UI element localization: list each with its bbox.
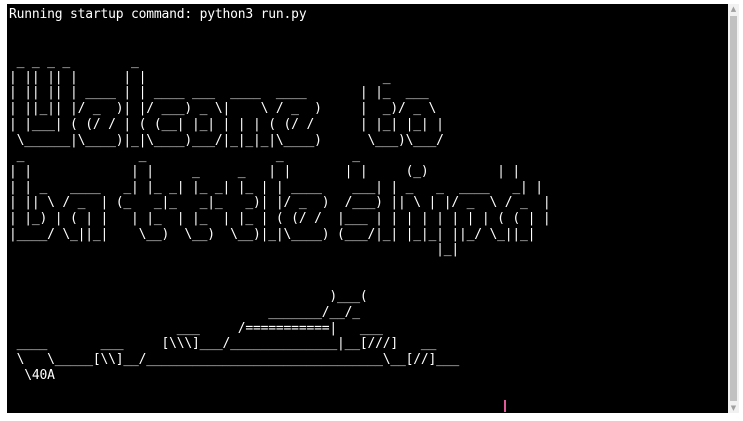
scrollbar-track[interactable] (730, 16, 737, 401)
terminal-line: Running startup command: python3 run.py (9, 7, 307, 22)
terminal-line: )___( (9, 289, 368, 305)
terminal-line: ____ ___ [\\\]___/______________|__[///]… (9, 336, 437, 352)
terminal-line: |_| (9, 242, 459, 258)
terminal-line: | |___| ( (/ / | ( (__| |_| | | | ( (/ /… (9, 116, 444, 132)
terminal-line: | || || | ____ | | ____ ___ ____ ____ | … (9, 85, 429, 101)
scroll-down-arrow-icon[interactable]: ▼ (728, 403, 739, 413)
terminal-output[interactable]: Running startup command: python3 run.py … (9, 7, 728, 413)
terminal-window[interactable]: Running startup command: python3 run.py … (7, 4, 728, 413)
terminal-line: | | | | _ _ | | | | (_) | | (9, 163, 520, 179)
terminal-line: | || || | | | _ (9, 69, 391, 85)
scroll-up-arrow-icon[interactable]: ▲ (728, 4, 739, 14)
terminal-line: | ||_|| |/ _ )| |/ ___) _ \| \ / _ ) | _… (9, 101, 437, 117)
terminal-line: | || \ / _ | (_ _|_ _|_ _)| |/ _ ) /___)… (9, 195, 551, 211)
terminal-line: \______|\____)|_|\____)___/|_|_|_|\____)… (9, 132, 444, 148)
terminal-line: |____/ \_||_| \__) \__) \__)|_|\____) (_… (9, 226, 536, 242)
terminal-line: | |_) | ( | | | |_ | |_ | |_ | ( (/ / |_… (9, 210, 551, 226)
terminal-line: _ _ _ _ _ (9, 54, 139, 70)
vertical-scrollbar[interactable]: ▲ ▼ (728, 4, 739, 413)
terminal-line: | | _ ____ _| |_ _| |_ _| |_ | | ____ __… (9, 179, 543, 195)
terminal-line: \ \_____[\\]__/_________________________… (9, 352, 460, 368)
scrollbar-thumb[interactable] (730, 16, 737, 401)
terminal-line: \40A (9, 367, 55, 383)
terminal-line: ___ /===========| ___ (9, 320, 383, 336)
terminal-cursor (504, 400, 506, 412)
terminal-line: _______/__/_ (9, 305, 360, 321)
terminal-line: _ _ _ _ (9, 148, 360, 164)
